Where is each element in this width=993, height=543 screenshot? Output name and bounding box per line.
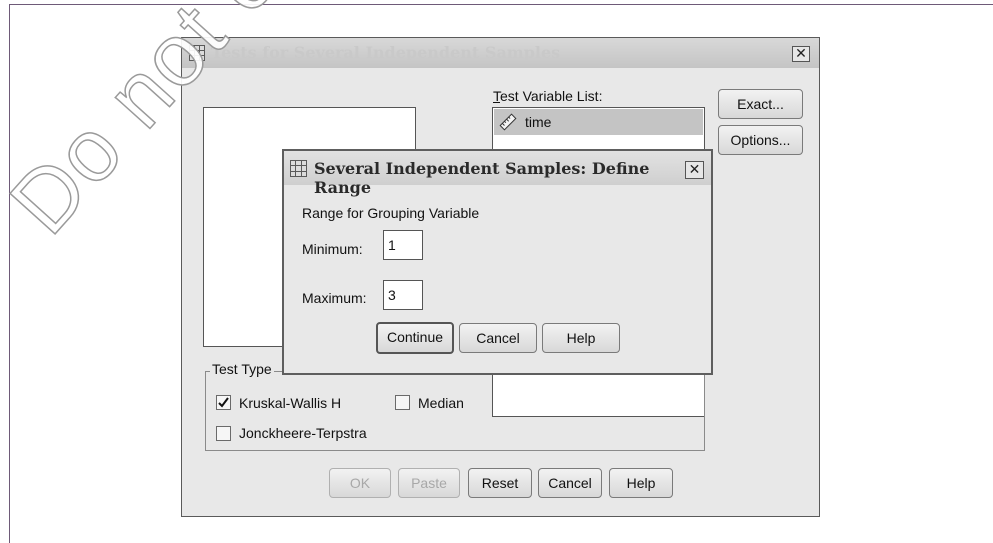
- test-type-label: Test Type: [210, 361, 274, 377]
- test-variable-list-label-rest: est Variable List:: [500, 88, 603, 104]
- kruskal-wallis-label: Kruskal-Wallis H: [239, 395, 342, 411]
- ruler-icon: [499, 113, 517, 131]
- close-icon[interactable]: ✕: [792, 46, 810, 62]
- minimum-label: Minimum:: [302, 241, 363, 257]
- minimum-field[interactable]: 1: [383, 230, 423, 260]
- check-icon: [218, 397, 229, 408]
- median-checkbox[interactable]: [395, 395, 410, 410]
- close-icon[interactable]: ✕: [685, 161, 704, 179]
- app-grid-icon: [290, 160, 307, 177]
- range-cancel-button[interactable]: Cancel: [459, 323, 537, 353]
- median-label: Median: [418, 395, 464, 411]
- kruskal-wallis-checkbox[interactable]: [216, 395, 231, 410]
- jonckheere-terpstra-label: Jonckheere-Terpstra: [239, 425, 367, 441]
- reset-button[interactable]: Reset: [468, 468, 532, 498]
- help-button[interactable]: Help: [609, 468, 673, 498]
- test-variable-list-label: Test Variable List:: [493, 88, 603, 104]
- ok-button[interactable]: OK: [329, 468, 391, 498]
- main-title-bar[interactable]: Tests for Several Independent Samples ✕: [182, 38, 819, 68]
- paste-button[interactable]: Paste: [398, 468, 460, 498]
- options-button[interactable]: Options...: [718, 125, 803, 155]
- define-range-title-bar[interactable]: Several Independent Samples: Define Rang…: [284, 151, 711, 197]
- app-grid-icon: [189, 45, 205, 61]
- continue-button[interactable]: Continue: [376, 322, 454, 354]
- cancel-button[interactable]: Cancel: [538, 468, 602, 498]
- variable-time-label: time: [525, 114, 552, 130]
- range-for-grouping-variable-label: Range for Grouping Variable: [302, 205, 480, 221]
- main-dialog-title: Tests for Several Independent Samples: [211, 43, 561, 62]
- define-range-title: Several Independent Samples: Define Rang…: [314, 159, 650, 197]
- exact-button[interactable]: Exact...: [718, 89, 803, 119]
- list-item[interactable]: time: [494, 109, 703, 135]
- range-help-button[interactable]: Help: [542, 323, 620, 353]
- define-range-dialog: Several Independent Samples: Define Rang…: [282, 149, 713, 375]
- jonckheere-terpstra-checkbox[interactable]: [216, 426, 231, 441]
- maximum-field[interactable]: 3: [383, 280, 423, 310]
- maximum-label: Maximum:: [302, 290, 367, 306]
